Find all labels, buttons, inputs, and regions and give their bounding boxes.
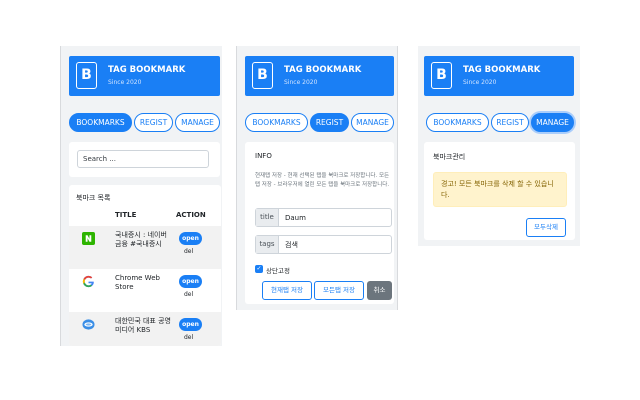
open-button[interactable]: open	[179, 232, 202, 245]
warning-alert: 경고! 모든 북마크를 삭제 할 수 있습니다.	[433, 172, 567, 207]
app-subtitle: Since 2020	[463, 79, 497, 86]
save-current-tab-button[interactable]: 현재탭 저장	[262, 281, 312, 300]
list-title: 북마크 목록	[76, 194, 111, 202]
manage-card: 북마크관리 경고! 모든 북마크를 삭제 할 수 있습니다. 모두삭제	[424, 142, 575, 240]
app-header: B TAG BOOKMARK Since 2020	[245, 56, 394, 96]
title-field: title	[255, 208, 392, 227]
table-row: Chrome Web Store open del	[69, 269, 221, 312]
table-row: 국내증시 : 네이버 금융 #국내증시 open del	[69, 226, 221, 269]
tab-bookmarks[interactable]: BOOKMARKS	[69, 113, 132, 132]
delete-button[interactable]: del	[184, 334, 193, 341]
tab-regist[interactable]: REGIST	[310, 113, 349, 132]
table-row: 대한민국 대표 공영미디어 KBS open del	[69, 312, 221, 346]
kbs-favicon-icon	[82, 319, 95, 330]
pin-top-checkbox[interactable]: ✓	[255, 265, 263, 273]
section-title: INFO	[255, 152, 272, 160]
app-logo: B	[252, 62, 273, 89]
info-text: 현재탭 저장 - 현재 선택된 탭을 북마크로 저장합니다. 모든탭 저장 - …	[255, 173, 390, 188]
bookmark-title[interactable]: 대한민국 대표 공영미디어 KBS	[115, 317, 171, 335]
app-header: B TAG BOOKMARK Since 2020	[424, 56, 574, 96]
section-title: 북마크관리	[433, 153, 466, 161]
google-favicon-icon	[82, 275, 94, 288]
tags-field: tags	[255, 235, 392, 254]
pin-top-label: 상단고정	[266, 267, 290, 275]
delete-button[interactable]: del	[184, 248, 193, 255]
save-all-tabs-button[interactable]: 모든탭 저장	[314, 281, 364, 300]
tab-regist[interactable]: REGIST	[134, 113, 173, 132]
tags-label: tags	[256, 236, 279, 253]
open-button[interactable]: open	[179, 275, 202, 288]
title-input[interactable]	[280, 210, 390, 225]
app-title: TAG BOOKMARK	[284, 65, 362, 75]
app-header: B TAG BOOKMARK Since 2020	[69, 56, 220, 96]
search-input[interactable]	[77, 150, 209, 168]
delete-all-button[interactable]: 모두삭제	[526, 218, 566, 237]
delete-button[interactable]: del	[184, 291, 193, 298]
search-card	[69, 142, 220, 177]
tab-bookmarks[interactable]: BOOKMARKS	[426, 113, 489, 132]
regist-card: INFO 현재탭 저장 - 현재 선택된 탭을 북마크로 저장합니다. 모든탭 …	[245, 142, 394, 304]
bookmarks-panel: B TAG BOOKMARK Since 2020 BOOKMARKS REGI…	[60, 46, 222, 346]
tags-input[interactable]	[280, 237, 390, 252]
cancel-button[interactable]: 취소	[367, 281, 392, 300]
manage-panel: B TAG BOOKMARK Since 2020 BOOKMARKS REGI…	[418, 46, 580, 246]
tab-regist[interactable]: REGIST	[491, 113, 529, 132]
app-logo: B	[431, 62, 452, 89]
column-title: TITLE	[115, 211, 137, 219]
app-logo: B	[76, 62, 97, 89]
app-title: TAG BOOKMARK	[108, 65, 186, 75]
open-button[interactable]: open	[179, 318, 202, 331]
regist-panel: B TAG BOOKMARK Since 2020 BOOKMARKS REGI…	[236, 46, 398, 310]
column-action: ACTION	[176, 211, 206, 219]
tab-manage[interactable]: MANAGE	[351, 113, 394, 132]
app-title: TAG BOOKMARK	[463, 65, 541, 75]
app-subtitle: Since 2020	[284, 79, 318, 86]
title-label: title	[256, 209, 279, 226]
naver-favicon-icon	[82, 232, 95, 245]
tab-manage[interactable]: MANAGE	[531, 113, 574, 132]
tab-manage[interactable]: MANAGE	[175, 113, 220, 132]
bookmark-title[interactable]: Chrome Web Store	[115, 274, 171, 292]
app-subtitle: Since 2020	[108, 79, 142, 86]
bookmark-title[interactable]: 국내증시 : 네이버 금융 #국내증시	[115, 231, 171, 249]
bookmark-list-card: 북마크 목록 TITLE ACTION 국내증시 : 네이버 금융 #국내증시 …	[69, 185, 221, 346]
tab-bookmarks[interactable]: BOOKMARKS	[245, 113, 308, 132]
